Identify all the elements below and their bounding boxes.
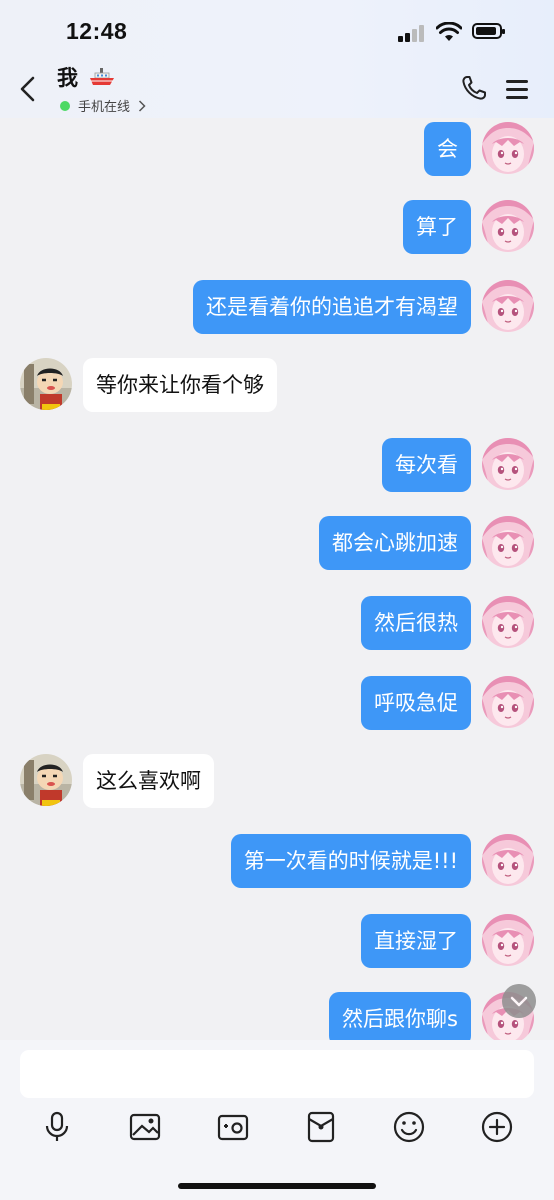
red-packet-icon[interactable] — [304, 1110, 338, 1144]
chat-header: 12:48 我 手机在线 — [0, 0, 554, 118]
incoming-message-bubble[interactable]: 这么喜欢啊 — [83, 754, 214, 808]
my-avatar[interactable] — [482, 280, 534, 332]
contact-title[interactable]: 我 — [57, 62, 115, 92]
outgoing-message-bubble[interactable]: 然后跟你聊s — [329, 992, 471, 1040]
image-icon[interactable] — [128, 1110, 162, 1144]
online-dot-icon — [60, 100, 70, 111]
message-row: 然后很热 — [0, 594, 554, 650]
outgoing-message-bubble[interactable]: 算了 — [403, 200, 471, 254]
message-row: 直接湿了 — [0, 912, 554, 968]
status-bar: 12:48 — [0, 0, 554, 62]
home-indicator — [178, 1183, 376, 1189]
status-time: 12:48 — [66, 18, 128, 44]
message-row: 都会心跳加速 — [0, 514, 554, 570]
my-avatar[interactable] — [482, 914, 534, 966]
outgoing-message-bubble[interactable]: 第一次看的时候就是!!! — [230, 834, 471, 888]
camera-icon[interactable] — [216, 1110, 250, 1144]
message-row: 这么喜欢啊 — [0, 752, 554, 808]
my-avatar[interactable] — [482, 122, 534, 174]
outgoing-message-bubble[interactable]: 还是看着你的追追才有渴望 — [193, 280, 471, 334]
cellular-signal-icon — [398, 24, 428, 42]
battery-icon — [472, 23, 505, 39]
microphone-icon[interactable] — [40, 1110, 74, 1144]
my-avatar[interactable] — [482, 516, 534, 568]
plus-icon[interactable] — [480, 1110, 514, 1144]
my-avatar[interactable] — [482, 676, 534, 728]
menu-button[interactable] — [506, 78, 530, 100]
my-avatar[interactable] — [482, 834, 534, 886]
contact-avatar[interactable] — [20, 358, 72, 410]
contact-name: 我 — [57, 66, 78, 90]
scroll-to-bottom-button[interactable] — [502, 984, 536, 1018]
message-row: 每次看 — [0, 436, 554, 492]
phone-call-button[interactable] — [460, 74, 488, 102]
message-row: 会 — [0, 120, 554, 176]
wifi-icon — [436, 22, 462, 41]
my-avatar[interactable] — [482, 596, 534, 648]
message-list[interactable]: 会算了还是看着你的追追才有渴望等你来让你看个够每次看都会心跳加速然后很热呼吸急促… — [0, 118, 554, 1040]
outgoing-message-bubble[interactable]: 每次看 — [382, 438, 471, 492]
message-row: 呼吸急促 — [0, 674, 554, 730]
my-avatar[interactable] — [482, 200, 534, 252]
message-row: 还是看着你的追追才有渴望 — [0, 278, 554, 334]
ship-emoji-icon — [90, 68, 115, 85]
online-status-label: 手机在线 — [78, 100, 131, 115]
message-row: 算了 — [0, 198, 554, 254]
outgoing-message-bubble[interactable]: 然后很热 — [361, 596, 471, 650]
incoming-message-bubble[interactable]: 等你来让你看个够 — [83, 358, 277, 412]
outgoing-message-bubble[interactable]: 都会心跳加速 — [319, 516, 471, 570]
chevron-right-icon — [138, 99, 146, 112]
outgoing-message-bubble[interactable]: 呼吸急促 — [361, 676, 471, 730]
my-avatar[interactable] — [482, 438, 534, 490]
back-button[interactable] — [14, 74, 44, 104]
emoji-icon[interactable] — [392, 1110, 426, 1144]
outgoing-message-bubble[interactable]: 直接湿了 — [361, 914, 471, 968]
message-input[interactable] — [20, 1050, 534, 1098]
composer — [0, 1040, 554, 1200]
message-row: 然后跟你聊s — [0, 990, 554, 1040]
online-status[interactable]: 手机在线 — [60, 96, 146, 115]
contact-avatar[interactable] — [20, 754, 72, 806]
message-row: 等你来让你看个够 — [0, 356, 554, 412]
outgoing-message-bubble[interactable]: 会 — [424, 122, 471, 176]
message-row: 第一次看的时候就是!!! — [0, 832, 554, 888]
